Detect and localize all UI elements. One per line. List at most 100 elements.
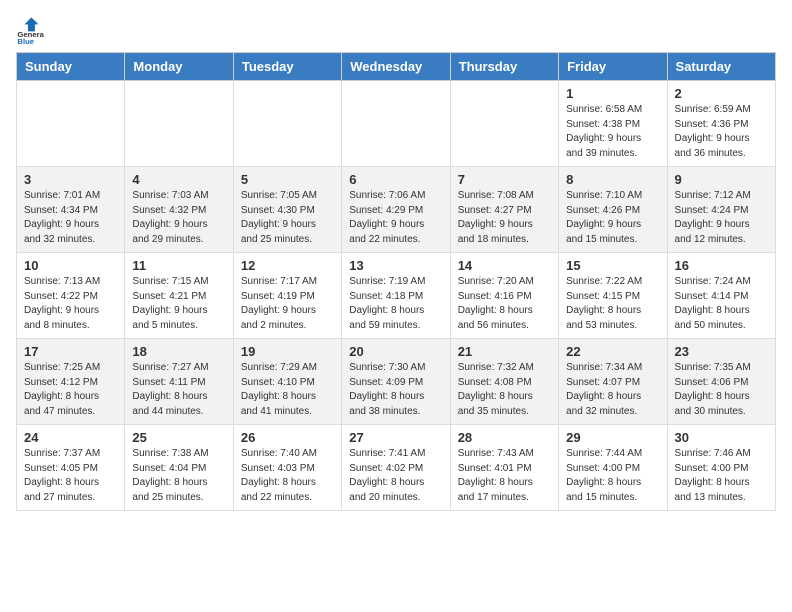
header: GeneralBlue: [16, 16, 776, 44]
calendar-cell: 29 Sunrise: 7:44 AMSunset: 4:00 PMDayligh…: [559, 425, 667, 511]
calendar-header: SundayMondayTuesdayWednesdayThursdayFrid…: [17, 53, 776, 81]
day-number: 14: [458, 258, 551, 273]
calendar-cell: 9 Sunrise: 7:12 AMSunset: 4:24 PMDaylight…: [667, 167, 775, 253]
day-number: 22: [566, 344, 659, 359]
calendar-cell: 1Sunrise: 6:58 AMSunset: 4:38 PMDaylight…: [559, 81, 667, 167]
calendar-cell: 20 Sunrise: 7:30 AMSunset: 4:09 PMDayligh…: [342, 339, 450, 425]
calendar-week-1: 1Sunrise: 6:58 AMSunset: 4:38 PMDaylight…: [17, 81, 776, 167]
calendar-cell: 10Sunrise: 7:13 AMSunset: 4:22 PMDayligh…: [17, 253, 125, 339]
day-info: Sunrise: 7:08 AMSunset: 4:27 PMDaylight:…: [458, 189, 551, 247]
day-number: 29: [566, 430, 659, 445]
logo-icon: GeneralBlue: [16, 16, 44, 44]
day-info: Sunrise: 7:06 AMSunset: 4:29 PMDaylight:…: [349, 189, 442, 247]
calendar-cell: 19 Sunrise: 7:29 AMSunset: 4:10 PMDayligh…: [233, 339, 341, 425]
day-number: 17: [24, 344, 117, 359]
day-number: 9: [675, 172, 768, 187]
day-info: Sunrise: 7:35 AMSunset: 4:06 PMDaylight:…: [675, 361, 768, 419]
day-info: Sunrise: 7:41 AMSunset: 4:02 PMDaylight:…: [349, 447, 442, 505]
day-number: 23: [675, 344, 768, 359]
calendar-cell: [342, 81, 450, 167]
weekday-header-monday: Monday: [125, 53, 233, 81]
day-info: Sunrise: 7:12 AMSunset: 4:24 PMDaylight:…: [675, 189, 768, 247]
day-info: Sunrise: 7:30 AMSunset: 4:09 PMDaylight:…: [349, 361, 442, 419]
day-number: 25: [132, 430, 225, 445]
day-info: Sunrise: 7:25 AMSunset: 4:12 PMDaylight:…: [24, 361, 117, 419]
calendar-cell: 2 Sunrise: 6:59 AMSunset: 4:36 PMDaylight…: [667, 81, 775, 167]
day-info: Sunrise: 7:17 AMSunset: 4:19 PMDaylight:…: [241, 275, 334, 333]
weekday-header-thursday: Thursday: [450, 53, 558, 81]
calendar-week-2: 3Sunrise: 7:01 AMSunset: 4:34 PMDaylight…: [17, 167, 776, 253]
calendar-cell: 6 Sunrise: 7:06 AMSunset: 4:29 PMDaylight…: [342, 167, 450, 253]
calendar-cell: 11 Sunrise: 7:15 AMSunset: 4:21 PMDayligh…: [125, 253, 233, 339]
calendar-cell: 3Sunrise: 7:01 AMSunset: 4:34 PMDaylight…: [17, 167, 125, 253]
calendar-cell: 15 Sunrise: 7:22 AMSunset: 4:15 PMDayligh…: [559, 253, 667, 339]
day-info: Sunrise: 7:22 AMSunset: 4:15 PMDaylight:…: [566, 275, 659, 333]
day-info: Sunrise: 6:59 AMSunset: 4:36 PMDaylight:…: [675, 103, 768, 161]
calendar-cell: 28Sunrise: 7:43 AMSunset: 4:01 PMDayligh…: [450, 425, 558, 511]
calendar-cell: 23 Sunrise: 7:35 AMSunset: 4:06 PMDayligh…: [667, 339, 775, 425]
day-number: 27: [349, 430, 442, 445]
day-number: 3: [24, 172, 117, 187]
day-number: 15: [566, 258, 659, 273]
calendar-week-5: 24Sunrise: 7:37 AMSunset: 4:05 PMDayligh…: [17, 425, 776, 511]
day-info: Sunrise: 7:44 AMSunset: 4:00 PMDaylight:…: [566, 447, 659, 505]
calendar-week-4: 17 Sunrise: 7:25 AMSunset: 4:12 PMDayligh…: [17, 339, 776, 425]
day-number: 7: [458, 172, 551, 187]
calendar-cell: 8Sunrise: 7:10 AMSunset: 4:26 PMDaylight…: [559, 167, 667, 253]
calendar-cell: 18 Sunrise: 7:27 AMSunset: 4:11 PMDayligh…: [125, 339, 233, 425]
calendar-cell: [233, 81, 341, 167]
day-info: Sunrise: 7:05 AMSunset: 4:30 PMDaylight:…: [241, 189, 334, 247]
day-info: Sunrise: 7:37 AMSunset: 4:05 PMDaylight:…: [24, 447, 117, 505]
logo: GeneralBlue: [16, 16, 44, 44]
svg-text:Blue: Blue: [17, 37, 34, 44]
day-number: 30: [675, 430, 768, 445]
calendar-cell: 22 Sunrise: 7:34 AMSunset: 4:07 PMDayligh…: [559, 339, 667, 425]
calendar-cell: 13 Sunrise: 7:19 AMSunset: 4:18 PMDayligh…: [342, 253, 450, 339]
calendar-cell: [17, 81, 125, 167]
calendar-cell: 30 Sunrise: 7:46 AMSunset: 4:00 PMDayligh…: [667, 425, 775, 511]
day-info: Sunrise: 7:40 AMSunset: 4:03 PMDaylight:…: [241, 447, 334, 505]
day-info: Sunrise: 7:43 AMSunset: 4:01 PMDaylight:…: [458, 447, 551, 505]
day-number: 26: [241, 430, 334, 445]
day-number: 2: [675, 86, 768, 101]
day-number: 19: [241, 344, 334, 359]
day-number: 11: [132, 258, 225, 273]
day-number: 5: [241, 172, 334, 187]
calendar-cell: 25Sunrise: 7:38 AMSunset: 4:04 PMDayligh…: [125, 425, 233, 511]
calendar-cell: [125, 81, 233, 167]
day-number: 16: [675, 258, 768, 273]
day-number: 18: [132, 344, 225, 359]
calendar-cell: 16 Sunrise: 7:24 AMSunset: 4:14 PMDayligh…: [667, 253, 775, 339]
day-info: Sunrise: 7:03 AMSunset: 4:32 PMDaylight:…: [132, 189, 225, 247]
day-info: Sunrise: 7:19 AMSunset: 4:18 PMDaylight:…: [349, 275, 442, 333]
day-number: 12: [241, 258, 334, 273]
calendar-cell: 21Sunrise: 7:32 AMSunset: 4:08 PMDayligh…: [450, 339, 558, 425]
calendar-cell: 12 Sunrise: 7:17 AMSunset: 4:19 PMDayligh…: [233, 253, 341, 339]
day-number: 13: [349, 258, 442, 273]
calendar-week-3: 10Sunrise: 7:13 AMSunset: 4:22 PMDayligh…: [17, 253, 776, 339]
calendar-cell: 14 Sunrise: 7:20 AMSunset: 4:16 PMDayligh…: [450, 253, 558, 339]
calendar-table: SundayMondayTuesdayWednesdayThursdayFrid…: [16, 52, 776, 511]
weekday-header-saturday: Saturday: [667, 53, 775, 81]
day-info: Sunrise: 7:24 AMSunset: 4:14 PMDaylight:…: [675, 275, 768, 333]
calendar-cell: 27 Sunrise: 7:41 AMSunset: 4:02 PMDayligh…: [342, 425, 450, 511]
calendar-cell: 7 Sunrise: 7:08 AMSunset: 4:27 PMDaylight…: [450, 167, 558, 253]
weekday-header-tuesday: Tuesday: [233, 53, 341, 81]
weekday-header-friday: Friday: [559, 53, 667, 81]
day-number: 6: [349, 172, 442, 187]
day-info: Sunrise: 7:15 AMSunset: 4:21 PMDaylight:…: [132, 275, 225, 333]
day-info: Sunrise: 7:34 AMSunset: 4:07 PMDaylight:…: [566, 361, 659, 419]
day-info: Sunrise: 7:32 AMSunset: 4:08 PMDaylight:…: [458, 361, 551, 419]
day-number: 8: [566, 172, 659, 187]
calendar-cell: 24Sunrise: 7:37 AMSunset: 4:05 PMDayligh…: [17, 425, 125, 511]
day-number: 1: [566, 86, 659, 101]
day-info: Sunrise: 7:20 AMSunset: 4:16 PMDaylight:…: [458, 275, 551, 333]
day-info: Sunrise: 7:29 AMSunset: 4:10 PMDaylight:…: [241, 361, 334, 419]
calendar-cell: [450, 81, 558, 167]
calendar-cell: 4 Sunrise: 7:03 AMSunset: 4:32 PMDaylight…: [125, 167, 233, 253]
weekday-header-wednesday: Wednesday: [342, 53, 450, 81]
day-number: 20: [349, 344, 442, 359]
day-info: Sunrise: 7:46 AMSunset: 4:00 PMDaylight:…: [675, 447, 768, 505]
day-info: Sunrise: 7:27 AMSunset: 4:11 PMDaylight:…: [132, 361, 225, 419]
day-number: 4: [132, 172, 225, 187]
